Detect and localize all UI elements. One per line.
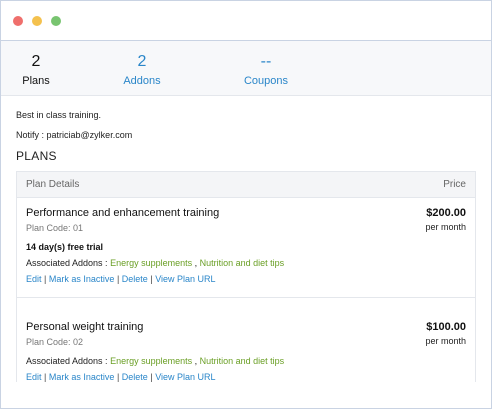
app-window: 2 Plans 2 Addons -- Coupons Best in clas…: [0, 0, 492, 409]
notify-label: Notify :: [16, 130, 45, 140]
addon-link[interactable]: Nutrition and diet tips: [200, 356, 285, 366]
plans-table: Plan Details Price Performance and enhan…: [16, 171, 476, 382]
separator: |: [150, 274, 153, 284]
mark-inactive-link[interactable]: Mark as Inactive: [49, 372, 115, 382]
close-window-icon[interactable]: [13, 15, 23, 26]
stat-plans[interactable]: 2 Plans: [1, 53, 76, 87]
plan-addons: Associated Addons : Energy supplements ,…: [26, 356, 285, 366]
addon-link[interactable]: Nutrition and diet tips: [200, 258, 285, 268]
plan-row: Personal weight training Plan Code: 02 $…: [17, 298, 475, 382]
plan-code: Plan Code: 01: [26, 223, 84, 233]
main-content: Best in class training. Notify : patrici…: [1, 110, 491, 382]
edit-link[interactable]: Edit: [26, 372, 42, 382]
stat-addons-label: Addons: [123, 75, 161, 87]
separator: |: [116, 274, 120, 284]
plan-trial: 14 day(s) free trial: [26, 242, 104, 252]
mark-inactive-link[interactable]: Mark as Inactive: [49, 274, 115, 284]
stat-addons[interactable]: 2 Addons: [102, 53, 182, 87]
plan-billing-period: per month: [425, 336, 466, 346]
plan-price: $200.00: [426, 207, 466, 219]
plan-name: Performance and enhancement training: [26, 207, 220, 219]
delete-link[interactable]: Delete: [122, 274, 148, 284]
plan-actions: Edit | Mark as Inactive | Delete | View …: [26, 274, 466, 284]
title-bar: [1, 1, 491, 41]
separator: |: [44, 372, 47, 382]
separator: |: [116, 372, 120, 382]
minimize-window-icon[interactable]: [32, 15, 42, 26]
view-plan-url-link[interactable]: View Plan URL: [155, 372, 215, 382]
addons-label: Associated Addons :: [26, 258, 108, 268]
stat-plans-count: 2: [31, 53, 41, 70]
separator: |: [150, 372, 153, 382]
plan-row: Performance and enhancement training Pla…: [17, 198, 475, 298]
stat-coupons-label: Coupons: [243, 75, 289, 87]
plans-heading: PLANS: [16, 149, 57, 163]
separator: |: [44, 274, 47, 284]
plan-price: $100.00: [426, 321, 466, 333]
product-description: Best in class training.: [16, 110, 102, 120]
view-plan-url-link[interactable]: View Plan URL: [155, 274, 215, 284]
plan-billing-period: per month: [425, 222, 466, 232]
plan-addons: Associated Addons : Energy supplements ,…: [26, 258, 285, 268]
addon-link[interactable]: Energy supplements: [110, 258, 192, 268]
edit-link[interactable]: Edit: [26, 274, 42, 284]
plan-name: Personal weight training: [26, 321, 144, 333]
addon-link[interactable]: Energy supplements: [110, 356, 192, 366]
notify-line: Notify : patriciab@zylker.com: [16, 130, 476, 140]
addons-label: Associated Addons :: [26, 356, 108, 366]
stat-coupons-count: --: [260, 53, 272, 70]
delete-link[interactable]: Delete: [122, 372, 148, 382]
plan-actions: Edit | Mark as Inactive | Delete | View …: [26, 372, 466, 382]
stat-addons-count: 2: [137, 53, 147, 70]
column-price: Price: [443, 179, 466, 190]
stat-coupons[interactable]: -- Coupons: [226, 53, 306, 87]
notify-email: patriciab@zylker.com: [46, 130, 133, 140]
stats-bar: 2 Plans 2 Addons -- Coupons: [1, 41, 491, 96]
stat-plans-label: Plans: [22, 75, 50, 87]
column-plan-details: Plan Details: [26, 179, 80, 190]
plan-code: Plan Code: 02: [26, 337, 84, 347]
table-header: Plan Details Price: [17, 172, 475, 198]
maximize-window-icon[interactable]: [51, 15, 61, 26]
